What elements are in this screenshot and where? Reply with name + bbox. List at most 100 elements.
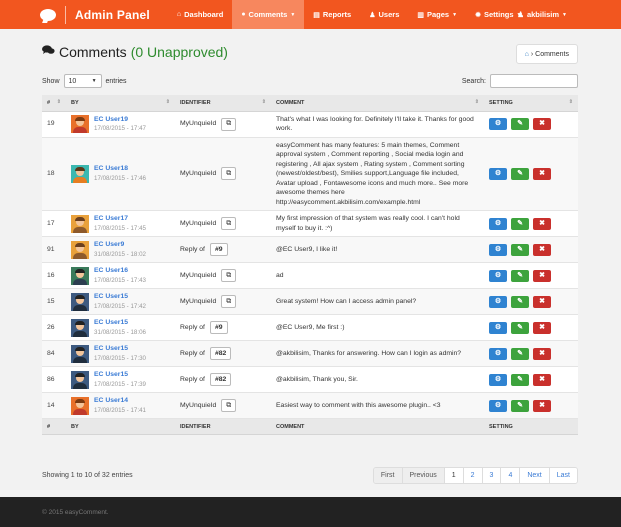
delete-button[interactable]: ✖: [533, 118, 551, 130]
user-name-link[interactable]: EC User15: [94, 370, 146, 380]
external-link-icon[interactable]: ⧉: [221, 117, 237, 131]
reply-target-link[interactable]: #82: [209, 373, 232, 386]
edit-button[interactable]: ✎: [511, 217, 529, 230]
user-name-link[interactable]: EC User15: [94, 344, 146, 354]
page-button-3[interactable]: 3: [481, 468, 501, 483]
settings-button[interactable]: ⚙: [489, 399, 507, 412]
settings-button[interactable]: ⚙: [489, 295, 507, 308]
settings-button[interactable]: ⚙: [489, 217, 507, 230]
column-header-comment[interactable]: COMMENT ⇕: [271, 95, 484, 112]
sort-icon: ⇕: [56, 99, 61, 105]
comment-id: 91: [42, 236, 66, 263]
delete-button[interactable]: ✖: [533, 321, 551, 334]
column-header-identifier[interactable]: IDENTIFIER ⇕: [175, 95, 271, 112]
pagination: First Previous 1 2 3 4 Next Last: [372, 467, 578, 484]
delete-button[interactable]: ✖: [533, 399, 551, 412]
comment-author: EC User15 17/08/2015 - 17:42: [66, 288, 175, 315]
page-button-next[interactable]: Next: [519, 468, 549, 483]
table-info: Showing 1 to 10 of 32 entries: [42, 472, 133, 479]
user-name-link[interactable]: EC User15: [94, 318, 146, 328]
comment-actions: ⚙ ✎ ✖: [484, 137, 578, 211]
comment-author: EC User9 31/08/2015 - 18:02: [66, 236, 175, 263]
nav-item-reports[interactable]: ▤ Reports: [304, 0, 360, 29]
nav-item-pages[interactable]: ▥ Pages ▼: [408, 0, 466, 29]
column-header-id[interactable]: # ⇕: [42, 95, 66, 112]
page-button-last[interactable]: Last: [548, 468, 577, 483]
external-link-icon[interactable]: ⧉: [221, 399, 237, 412]
user-icon: ♟: [517, 10, 524, 19]
column-header-by[interactable]: BY ⇕: [66, 95, 175, 112]
search-label: Search:: [461, 77, 486, 85]
delete-button[interactable]: ✖: [533, 167, 551, 180]
breadcrumb[interactable]: ⌂ › Comments: [515, 44, 578, 64]
nav-item-comments[interactable]: ● Comments ▼: [232, 0, 305, 29]
page-button-4[interactable]: 4: [500, 468, 520, 483]
nav-item-users[interactable]: ♟ Users: [360, 0, 408, 29]
edit-button[interactable]: ✎: [511, 399, 529, 412]
page-header: Comments (0 Unapproved) ⌂ › Comments: [42, 44, 578, 64]
page-button-previous[interactable]: Previous: [401, 468, 444, 483]
settings-button[interactable]: ⚙: [489, 118, 507, 130]
settings-button[interactable]: ⚙: [489, 373, 507, 386]
page-button-first[interactable]: First: [373, 468, 402, 483]
page-title: Comments (0 Unapproved): [42, 44, 578, 60]
page-button-1[interactable]: 1: [443, 468, 463, 483]
edit-button[interactable]: ✎: [511, 347, 529, 360]
delete-button[interactable]: ✖: [533, 373, 551, 386]
settings-button[interactable]: ⚙: [489, 243, 507, 256]
edit-button[interactable]: ✎: [511, 167, 529, 180]
settings-button[interactable]: ⚙: [489, 269, 507, 282]
delete-button[interactable]: ✖: [533, 243, 551, 256]
edit-button[interactable]: ✎: [511, 295, 529, 308]
edit-button[interactable]: ✎: [511, 373, 529, 386]
edit-button[interactable]: ✎: [511, 269, 529, 282]
external-link-icon[interactable]: ⧉: [221, 217, 237, 230]
comment-date: 17/08/2015 - 17:41: [94, 406, 146, 414]
brand[interactable]: Admin Panel: [0, 0, 150, 29]
comment-id: 84: [42, 340, 66, 367]
comment-text: @EC User9, Me first :): [271, 314, 484, 341]
delete-button[interactable]: ✖: [533, 347, 551, 360]
user-name-link[interactable]: EC User17: [94, 214, 146, 224]
settings-button[interactable]: ⚙: [489, 321, 507, 334]
column-header-setting[interactable]: SETTING ⇕: [484, 95, 578, 112]
settings-button[interactable]: ⚙: [489, 347, 507, 360]
user-name-link[interactable]: EC User9: [94, 240, 146, 250]
comment-author: EC User15 17/08/2015 - 17:39: [66, 366, 175, 393]
user-name-link[interactable]: EC User16: [94, 266, 146, 276]
comment-identifier: MyUnquieId ⧉: [175, 111, 271, 138]
user-name-link[interactable]: EC User14: [94, 396, 146, 406]
user-name-link[interactable]: EC User15: [94, 292, 146, 302]
comment-id: 15: [42, 288, 66, 315]
reply-target-link[interactable]: #9: [209, 321, 228, 334]
user-name-link[interactable]: EC User18: [94, 164, 146, 174]
comment-author: EC User15 31/08/2015 - 18:06: [66, 314, 175, 341]
comment-text: ad: [271, 262, 484, 289]
nav-item-dashboard[interactable]: ⌂ Dashboard: [168, 0, 232, 29]
edit-button[interactable]: ✎: [511, 118, 529, 130]
settings-button[interactable]: ⚙: [489, 167, 507, 180]
user-name-link[interactable]: EC User19: [94, 115, 146, 125]
delete-button[interactable]: ✖: [533, 217, 551, 230]
top-navbar: Admin Panel ⌂ Dashboard ● Comments ▼ ▤ Reports…: [0, 0, 621, 29]
comment-text: @akbilisim, Thank you, Sir.: [271, 366, 484, 393]
edit-button[interactable]: ✎: [511, 321, 529, 334]
comment-identifier: MyUnquieId ⧉: [175, 210, 271, 237]
entries-label: entries: [105, 77, 127, 85]
dashboard-icon: ⌂: [176, 11, 182, 18]
delete-button[interactable]: ✖: [533, 295, 551, 308]
table-row: 15 EC User15 17/08/2015 - 17:42 MyUnquie…: [42, 288, 578, 315]
external-link-icon[interactable]: ⧉: [221, 167, 237, 181]
edit-button[interactable]: ✎: [511, 243, 529, 256]
entries-per-page-select[interactable]: 10 ▼: [63, 74, 102, 88]
delete-button[interactable]: ✖: [533, 269, 551, 282]
reply-target-link[interactable]: #82: [209, 347, 232, 360]
search-input[interactable]: [490, 74, 578, 88]
nav-item-label: Dashboard: [184, 10, 224, 19]
external-link-icon[interactable]: ⧉: [221, 295, 237, 308]
page-button-2[interactable]: 2: [462, 468, 482, 483]
reply-target-link[interactable]: #9: [209, 243, 228, 256]
user-menu[interactable]: ♟ akbilisim ▼: [517, 0, 567, 29]
comment-identifier: Reply of #9: [175, 236, 271, 263]
external-link-icon[interactable]: ⧉: [221, 269, 237, 282]
